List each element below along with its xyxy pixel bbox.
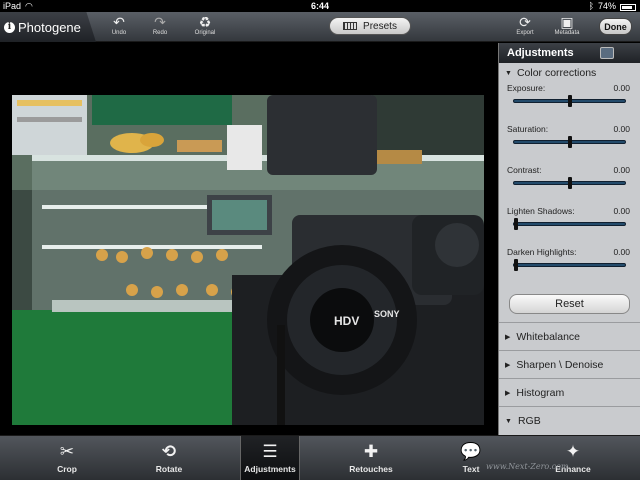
panel-title: Adjustments	[507, 47, 574, 59]
original-button[interactable]: ♻ Original	[190, 14, 220, 36]
bluetooth-icon: ᛒ	[588, 1, 594, 11]
section-color-corrections[interactable]: ▼ Color corrections	[499, 63, 640, 83]
status-bar: iPad ◠ 6:44 ᛒ 74%	[0, 0, 640, 12]
slider-label: Lighten Shadows:	[507, 206, 575, 216]
text-label: Text	[462, 464, 480, 474]
triangle-down-icon: ▼	[505, 69, 512, 77]
photo-canvas: HDV SONY	[0, 43, 498, 435]
rotate-label: Rotate	[155, 464, 183, 474]
section-label: Sharpen \ Denoise	[516, 358, 604, 371]
presets-button[interactable]: Presets	[329, 17, 411, 35]
app-title-tab[interactable]: i Photogene	[0, 12, 96, 42]
redo-label: Redo	[152, 30, 168, 36]
slider-row: Lighten Shadows: 0.00	[499, 206, 640, 247]
retouches-button[interactable]: ✚ Retouches	[345, 436, 397, 480]
bottom-toolbar: ✂ Crop ⟲ Rotate ☰ Adjustments ✚ Retouche…	[0, 435, 640, 480]
presets-label: Presets	[363, 20, 397, 32]
slider-row: Contrast: 0.00	[499, 165, 640, 206]
metadata-label: Metadata	[554, 30, 580, 36]
retouches-label: Retouches	[349, 464, 393, 474]
slider-thumb[interactable]	[567, 177, 572, 189]
section-sharpen-denoise[interactable]: ▶ Sharpen \ Denoise	[499, 351, 640, 379]
slider-thumb[interactable]	[514, 218, 518, 230]
triangle-right-icon: ▶	[505, 389, 511, 397]
slider-row: Darken Highlights: 0.00	[499, 247, 640, 288]
slider-track[interactable]	[513, 218, 626, 230]
redo-icon: ↷	[154, 14, 166, 30]
redo-button[interactable]: ↷ Redo	[145, 14, 175, 36]
bandage-icon: ✚	[363, 442, 379, 461]
reset-button[interactable]: Reset	[509, 294, 630, 314]
section-label: Whitebalance	[516, 330, 581, 343]
original-label: Original	[194, 30, 216, 36]
section-label: Color corrections	[516, 67, 597, 79]
adjustments-label: Adjustments	[244, 464, 296, 474]
section-histogram[interactable]: ▶ Histogram	[499, 379, 640, 407]
adjustments-button[interactable]: ☰ Adjustments	[240, 436, 300, 480]
edited-photo[interactable]: HDV SONY	[12, 95, 484, 425]
section-label: Histogram	[516, 386, 565, 399]
slider-track[interactable]	[513, 95, 626, 107]
battery-icon	[620, 3, 636, 11]
slider-track[interactable]	[513, 177, 626, 189]
slider-value: 0.00	[613, 247, 630, 257]
adjustments-panel: Adjustments ▼ Color corrections Exposure…	[498, 43, 640, 435]
export-icon: ⟳	[519, 14, 531, 30]
section-rgb[interactable]: ▼ RGB	[499, 407, 640, 435]
slider-track[interactable]	[513, 259, 626, 271]
slider-value: 0.00	[613, 124, 630, 134]
watermark: www.Next-Zero.com	[486, 462, 569, 471]
crop-button[interactable]: ✂ Crop	[42, 436, 92, 480]
rotate-button[interactable]: ⟲ Rotate	[144, 436, 194, 480]
slider-thumb[interactable]	[567, 95, 572, 107]
metadata-icon: ▣	[560, 14, 574, 30]
magic-icon: ✦	[565, 442, 581, 461]
slider-track[interactable]	[513, 136, 626, 148]
photo-illustration: HDV SONY	[12, 95, 484, 425]
enhance-button[interactable]: ✦ Enhance	[548, 436, 598, 480]
slider-thumb[interactable]	[514, 259, 518, 271]
metadata-button[interactable]: ▣ Metadata	[552, 14, 582, 36]
slider-label: Contrast:	[507, 165, 542, 175]
slider-value: 0.00	[613, 83, 630, 93]
undo-button[interactable]: ↶ Undo	[104, 14, 134, 36]
panel-toggle-icon[interactable]	[600, 47, 614, 59]
app-name: Photogene	[18, 19, 81, 35]
sliders-icon: ☰	[262, 442, 278, 461]
panel-header: Adjustments	[499, 43, 640, 63]
triangle-right-icon: ▶	[505, 361, 511, 369]
info-logo-icon[interactable]: i	[4, 21, 15, 33]
section-whitebalance[interactable]: ▶ Whitebalance	[499, 323, 640, 351]
speech-bubble-icon: 💬	[460, 442, 482, 461]
triangle-down-icon: ▼	[505, 417, 512, 425]
scissors-icon: ✂	[59, 442, 75, 461]
export-label: Export	[516, 30, 534, 36]
triangle-right-icon: ▶	[505, 333, 511, 341]
slider-thumb[interactable]	[567, 136, 572, 148]
camera-model-text: HDV	[334, 314, 359, 328]
status-time: 6:44	[310, 1, 329, 11]
rotate-icon: ⟲	[161, 442, 177, 461]
recycle-icon: ♻	[198, 14, 212, 30]
slider-value: 0.00	[613, 206, 630, 216]
export-button[interactable]: ⟳ Export	[510, 14, 540, 36]
done-button[interactable]: Done	[599, 18, 632, 35]
text-button[interactable]: 💬 Text	[446, 436, 496, 480]
undo-label: Undo	[111, 30, 127, 36]
slider-label: Darken Highlights:	[507, 247, 577, 257]
slider-label: Saturation:	[507, 124, 549, 134]
crop-label: Crop	[57, 464, 77, 474]
undo-icon: ↶	[113, 14, 125, 30]
battery-percent: 74%	[597, 1, 616, 11]
camera-brand-text: SONY	[374, 309, 400, 319]
top-toolbar: i Photogene ↶ Undo ↷ Redo ♻ Original Pre…	[0, 12, 640, 42]
slider-value: 0.00	[613, 165, 630, 175]
slider-row: Exposure: 0.00	[499, 83, 640, 124]
presets-icon	[343, 22, 358, 30]
slider-label: Exposure:	[507, 83, 546, 93]
section-label: RGB	[517, 415, 541, 427]
slider-row: Saturation: 0.00	[499, 124, 640, 165]
